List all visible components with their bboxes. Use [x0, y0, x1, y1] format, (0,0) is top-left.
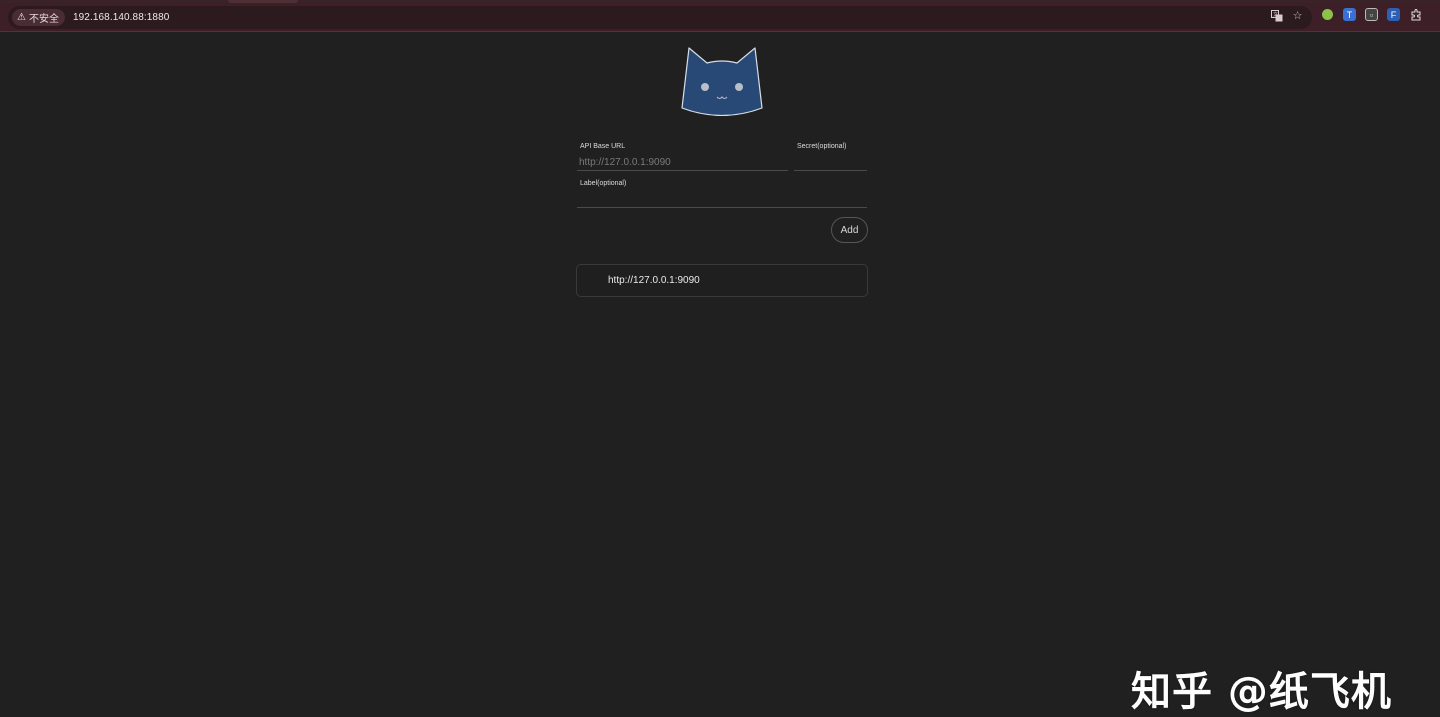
green-dot-extension-icon[interactable]: [1322, 9, 1333, 20]
add-button[interactable]: Add: [831, 217, 868, 243]
translate-icon[interactable]: 文: [1270, 9, 1283, 22]
favorites-extension-icon[interactable]: F: [1387, 8, 1400, 21]
api-base-url-field: API Base URL: [577, 141, 788, 171]
svg-text:文: 文: [1273, 11, 1278, 18]
secret-input[interactable]: [796, 157, 865, 168]
cat-logo-icon: [681, 47, 763, 116]
bookmark-star-icon[interactable]: ☆: [1291, 9, 1304, 22]
server-url: http://127.0.0.1:9090: [608, 275, 700, 286]
security-label: 不安全: [28, 14, 59, 25]
media-extension-icon[interactable]: ▫: [1365, 8, 1378, 21]
label-input[interactable]: [579, 194, 865, 205]
browser-toolbar: ⚠ 不安全 192.168.140.88:1880 文 ☆ T ▫ F: [0, 3, 1440, 32]
extensions-puzzle-icon[interactable]: [1409, 8, 1422, 21]
secret-label: Secret(optional): [797, 143, 847, 150]
api-base-url-label: API Base URL: [580, 143, 626, 150]
label-field-label: Label(optional): [580, 180, 627, 187]
security-indicator[interactable]: ⚠ 不安全: [12, 9, 65, 26]
api-base-url-input[interactable]: [579, 157, 786, 168]
translate-extension-icon[interactable]: T: [1343, 8, 1356, 21]
secret-field: Secret(optional): [794, 141, 867, 171]
watermark: 知乎 @纸飞机: [1131, 669, 1392, 715]
address-bar[interactable]: ⚠ 不安全 192.168.140.88:1880 文 ☆: [8, 6, 1312, 29]
url-text[interactable]: 192.168.140.88:1880: [73, 12, 169, 23]
warning-icon: ⚠: [17, 11, 26, 23]
page-content: API Base URL Secret(optional) Label(opti…: [0, 33, 1440, 715]
label-field: Label(optional): [577, 178, 867, 208]
server-list-item[interactable]: http://127.0.0.1:9090: [576, 264, 868, 297]
